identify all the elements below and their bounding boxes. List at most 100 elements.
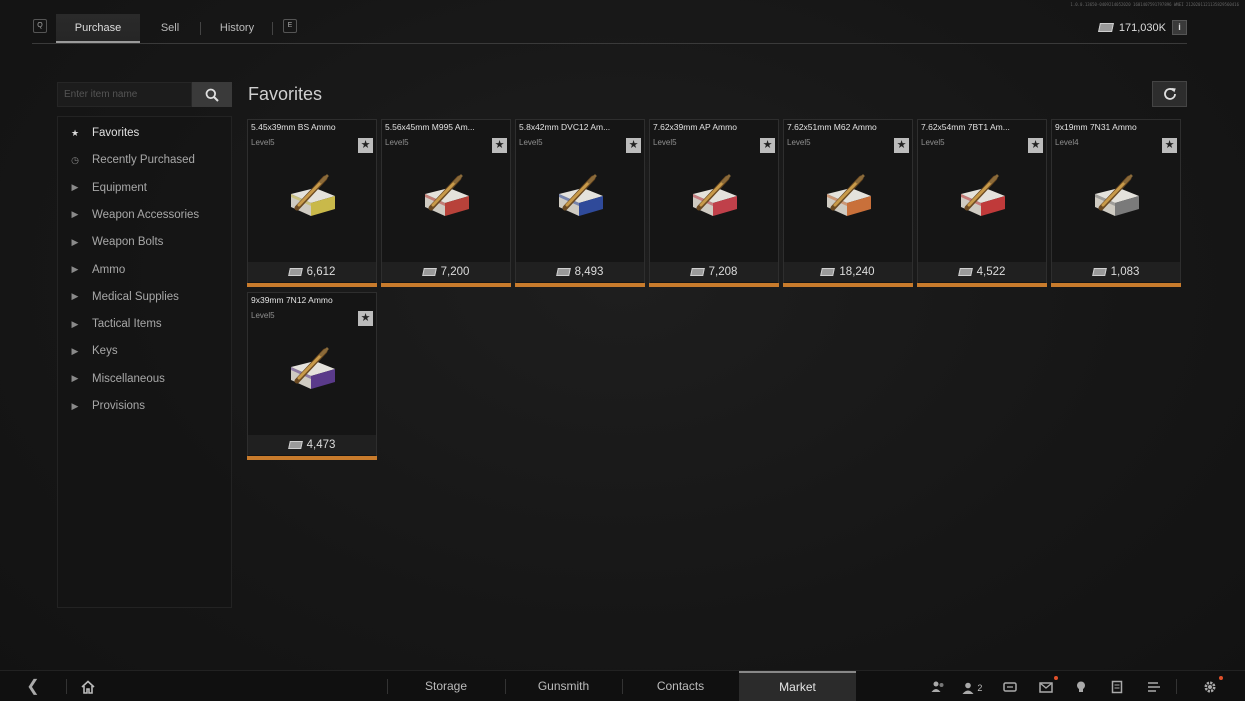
nav-market[interactable]: Market [739,671,856,701]
favorite-star-button[interactable]: ★ [358,311,373,326]
ammo-box-image [827,174,871,216]
item-price: 1,083 [1052,262,1180,282]
item-card[interactable]: 7.62x51mm M62 Ammo Level5 ★ 18,240 [783,119,913,287]
search-icon [205,88,219,102]
item-level: Level5 [921,138,945,147]
item-card[interactable]: 9x39mm 7N12 Ammo Level5 ★ 4,473 [247,292,377,460]
favorite-star-button[interactable]: ★ [760,138,775,153]
price-value: 4,522 [976,266,1006,278]
price-value: 7,200 [440,266,470,278]
star-icon: ★ [360,139,371,151]
task-list-icon[interactable] [1146,679,1162,695]
ammo-box-image [291,347,335,389]
favorite-star-button[interactable]: ★ [894,138,909,153]
item-price: 4,473 [248,435,376,455]
favorite-star-button[interactable]: ★ [1028,138,1043,153]
currency-amount: 171,030K [1118,21,1166,34]
friends-count: 2 [977,682,983,693]
item-name: 5.45x39mm BS Ammo [251,122,336,132]
item-name: 9x39mm 7N12 Ammo [251,295,333,305]
favorite-star-button[interactable]: ★ [626,138,641,153]
sidebar-item-recently-purchased[interactable]: ◷ Recently Purchased [58,148,233,172]
price-value: 18,240 [839,266,875,278]
item-card[interactable]: 7.62x39mm AP Ammo Level5 ★ 7,208 [649,119,779,287]
item-name: 5.8x42mm DVC12 Am... [519,122,611,132]
triangle-right-icon: ▶ [71,318,79,329]
sidebar-item-label: Equipment [92,181,147,194]
rarity-bar [515,283,645,287]
sidebar-item-miscellaneous[interactable]: ▶ Miscellaneous [58,367,233,391]
search-input[interactable] [64,89,185,100]
item-name: 7.62x54mm 7BT1 Am... [921,122,1010,132]
triangle-right-icon: ▶ [71,291,79,302]
lightbulb-icon[interactable] [1073,679,1089,695]
triangle-right-icon: ▶ [71,345,79,356]
mail-icon[interactable] [1038,679,1054,695]
sidebar-item-tactical-items[interactable]: ▶ Tactical Items [58,312,233,336]
sidebar-item-weapon-bolts[interactable]: ▶ Weapon Bolts [58,230,233,254]
info-button[interactable]: i [1172,20,1187,35]
star-icon: ★ [360,312,371,324]
item-card[interactable]: 5.8x42mm DVC12 Am... Level5 ★ 8,493 [515,119,645,287]
tab-purchase[interactable]: Purchase [56,14,140,43]
notes-icon[interactable] [1109,679,1125,695]
sidebar-item-keys[interactable]: ▶ Keys [58,339,233,363]
nav-contacts[interactable]: Contacts [623,671,738,701]
settings-gear-icon[interactable] [1202,679,1218,695]
nav-divider [66,679,67,694]
friends-button[interactable]: 2 [962,679,990,695]
item-card[interactable]: 9x19mm 7N31 Ammo Level4 ★ 1,083 [1051,119,1181,287]
sidebar-item-weapon-accessories[interactable]: ▶ Weapon Accessories [58,203,233,227]
triangle-right-icon: ▶ [71,209,79,220]
home-icon[interactable] [80,679,96,695]
refresh-button[interactable] [1152,81,1187,107]
sidebar-item-medical-supplies[interactable]: ▶ Medical Supplies [58,285,233,309]
tab-sell[interactable]: Sell [144,14,196,43]
nav-storage[interactable]: Storage [388,671,504,701]
item-price: 8,493 [516,262,644,282]
sidebar-item-label: Provisions [92,400,146,412]
back-arrow-icon[interactable]: ❮ [25,679,41,695]
chat-icon[interactable] [1002,679,1018,695]
nav-gunsmith[interactable]: Gunsmith [506,671,621,701]
item-level: Level5 [251,311,275,320]
clock-icon: ◷ [71,154,79,165]
sidebar-item-equipment[interactable]: ▶ Equipment [58,176,233,200]
price-value: 1,083 [1110,266,1140,278]
search-button[interactable] [192,82,232,107]
top-tab-bar: Q Purchase Sell History E 171,030K i [32,14,1187,44]
sidebar-item-label: Weapon Accessories [92,208,200,221]
item-level: Level4 [1055,138,1079,147]
price-value: 8,493 [574,266,604,278]
party-icon[interactable] [930,679,946,695]
item-card[interactable]: 5.56x45mm M995 Am... Level5 ★ 7,200 [381,119,511,287]
ammo-box-image [559,174,603,216]
triangle-right-icon: ▶ [71,236,79,247]
cash-icon [820,268,836,276]
star-icon: ★ [896,139,907,151]
sidebar-item-label: Ammo [92,263,126,276]
item-card[interactable]: 5.45x39mm BS Ammo Level5 ★ 6,612 [247,119,377,287]
sidebar-item-provisions[interactable]: ▶ Provisions [58,394,233,418]
item-card[interactable]: 7.62x54mm 7BT1 Am... Level5 ★ 4,522 [917,119,1047,287]
item-price: 7,200 [382,262,510,282]
rarity-bar [247,456,377,460]
sidebar-item-label: Recently Purchased [92,154,195,167]
sidebar-item-ammo[interactable]: ▶ Ammo [58,258,233,282]
rarity-bar [381,283,511,287]
triangle-right-icon: ▶ [71,182,79,193]
favorite-star-button[interactable]: ★ [358,138,373,153]
settings-notification-dot [1219,676,1223,680]
tab-history[interactable]: History [208,14,266,43]
sidebar-item-label: Medical Supplies [92,290,179,303]
item-name: 7.62x51mm M62 Ammo [787,122,877,132]
cash-icon [421,268,437,276]
ammo-box-image [1095,174,1139,216]
favorite-star-button[interactable]: ★ [492,138,507,153]
ammo-box-image [291,174,335,216]
rarity-bar [1051,283,1181,287]
favorite-star-button[interactable]: ★ [1162,138,1177,153]
sidebar-item-favorites[interactable]: ★ Favorites [58,121,233,145]
search-field[interactable] [57,82,192,107]
item-level: Level5 [251,138,275,147]
